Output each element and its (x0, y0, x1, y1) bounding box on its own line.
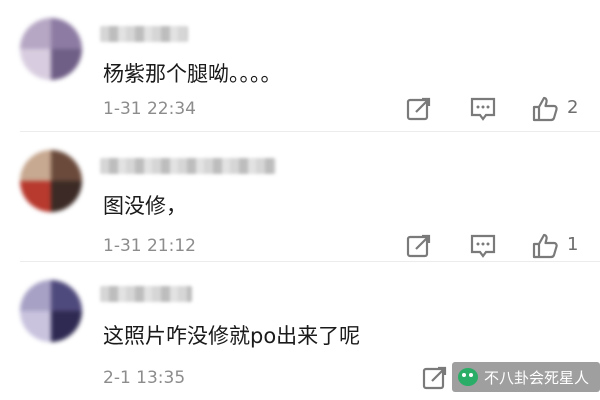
username-blurred[interactable] (100, 286, 192, 302)
share-icon[interactable] (405, 95, 433, 123)
comment-time: 1-31 21:12 (103, 236, 196, 256)
comment-text: 杨紫那个腿呦。。。。 (103, 62, 282, 86)
comment-item: 杨紫那个腿呦。。。。 1-31 22:34 2 (0, 0, 600, 132)
comment-text: 这照片咋没修就po出来了呢 (103, 324, 361, 348)
comment-time: 1-31 22:34 (103, 99, 196, 119)
avatar-pixel (20, 181, 51, 212)
like-count: 2 (567, 97, 579, 118)
share-icon[interactable] (405, 232, 433, 260)
comment-icon[interactable] (469, 95, 497, 123)
avatar-pixel (51, 280, 82, 311)
watermark-text: 不八卦会死星人 (484, 368, 590, 387)
avatar-pixel (20, 49, 51, 80)
avatar-pixel (20, 18, 51, 49)
avatar-pixel (20, 311, 51, 342)
share-icon[interactable] (421, 364, 449, 392)
comment-actions: 2 (405, 95, 600, 125)
like-count: 1 (567, 234, 579, 255)
watermark: 不八卦会死星人 (452, 362, 600, 392)
comment-text: 图没修， (103, 194, 187, 218)
avatar[interactable] (20, 280, 82, 342)
avatar-pixel (51, 311, 82, 342)
comment-icon[interactable] (469, 232, 497, 260)
comment-actions: 1 (405, 232, 600, 262)
comment-time: 2-1 13:35 (103, 368, 186, 388)
comment-item: 图没修， 1-31 21:12 1 (0, 132, 600, 262)
avatar-pixel (20, 280, 51, 311)
thumbs-up-icon[interactable] (531, 95, 559, 123)
avatar-pixel (20, 150, 51, 181)
avatar[interactable] (20, 150, 82, 212)
avatar[interactable] (20, 18, 82, 80)
avatar-pixel (51, 150, 82, 181)
thumbs-up-icon[interactable] (531, 232, 559, 260)
username-blurred[interactable] (100, 158, 276, 174)
avatar-pixel (51, 49, 82, 80)
username-blurred[interactable] (100, 26, 188, 42)
avatar-pixel (51, 18, 82, 49)
avatar-pixel (51, 181, 82, 212)
wechat-icon (458, 368, 478, 386)
